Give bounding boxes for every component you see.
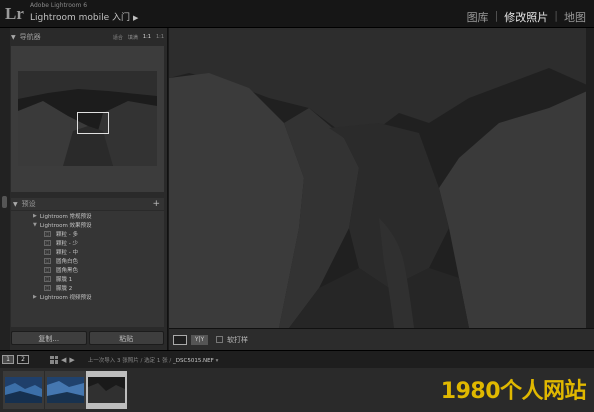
preset-folder-label: Lightroom 常规预设: [39, 213, 92, 220]
preset-icon: □: [44, 239, 51, 246]
zoom-options: 适合 填满 1:1 1:1: [113, 34, 164, 41]
develop-toolbar: Y|Y 软打样: [169, 328, 594, 350]
preset-item[interactable]: □ 颗粒 - 少: [11, 238, 164, 247]
zoom-1to1[interactable]: 1:1: [143, 34, 151, 41]
module-develop[interactable]: 修改照片: [504, 9, 548, 25]
preset-icon: □: [44, 275, 51, 282]
preset-item-label: 颗粒 - 少: [56, 240, 78, 247]
filmstrip-thumbnail[interactable]: [45, 371, 86, 409]
identity-title[interactable]: Lightroom mobile 入门 ▶: [30, 10, 138, 23]
preset-icon: □: [44, 248, 51, 255]
right-panel-collapsed[interactable]: [586, 28, 594, 328]
preset-folder-label: Lightroom 效果预设: [39, 222, 92, 229]
preset-item[interactable]: □ 圆角白色: [11, 256, 164, 265]
module-separator: |: [554, 9, 558, 22]
source-name: 上一次导入: [87, 357, 116, 364]
panel-button-row: 复制... 粘贴: [11, 331, 164, 345]
paste-settings-button[interactable]: 粘贴: [88, 331, 164, 345]
filmstrip-thumbnail-selected[interactable]: [86, 371, 127, 409]
navigator-panel: [11, 46, 164, 192]
preset-item-label: 朦胧 1: [56, 276, 73, 283]
left-panel-scrollbar[interactable]: [0, 28, 10, 350]
navigator-header[interactable]: ▼ 导航器 适合 填满 1:1 1:1: [11, 30, 164, 44]
preset-item[interactable]: □ 朦胧 2: [11, 283, 164, 292]
preset-item-label: 圆角白色: [56, 258, 79, 265]
preset-item[interactable]: □ 朦胧 1: [11, 274, 164, 283]
soft-proof-label: 软打样: [227, 335, 248, 344]
zoom-fill[interactable]: 填满: [128, 34, 138, 41]
preset-list: ▶ Lightroom 常规预设 ▼ Lightroom 效果预设 □ 颗粒 - 多 …: [11, 211, 164, 327]
photo-count: 3 张照片 / 选定 1 张 /: [117, 357, 172, 364]
preset-item[interactable]: □ 圆角黑色: [11, 265, 164, 274]
grid-view-icon[interactable]: [50, 355, 58, 364]
back-arrow-icon[interactable]: ◀: [61, 356, 66, 364]
scrollbar-thumb[interactable]: [2, 196, 7, 208]
identity-title-text: Lightroom mobile 入门: [30, 13, 130, 23]
soft-proof-checkbox[interactable]: [216, 336, 223, 343]
play-icon: ▶: [133, 14, 139, 22]
preset-item[interactable]: □ 颗粒 - 中: [11, 247, 164, 256]
thumbnail-image: [5, 377, 42, 403]
preset-icon: □: [44, 257, 51, 264]
module-map[interactable]: 地图: [564, 9, 586, 25]
presets-title: 预设: [21, 200, 36, 208]
main-image-view[interactable]: [169, 28, 594, 328]
dropdown-arrow-icon: ▾: [215, 357, 219, 364]
forward-arrow-icon[interactable]: ▶: [69, 356, 74, 364]
secondary-window-button[interactable]: 2: [17, 355, 29, 364]
presets-header[interactable]: ▼ 预设 +: [11, 198, 164, 210]
preset-folder[interactable]: ▶ Lightroom 视频预设: [11, 292, 164, 301]
thumbnail-image: [88, 377, 125, 403]
filmstrip-thumbnail[interactable]: [3, 371, 44, 409]
navigator-viewport-rect[interactable]: [77, 112, 109, 134]
expand-triangle-icon: ▶: [33, 212, 37, 219]
preset-icon: □: [44, 230, 51, 237]
zoom-fit[interactable]: 适合: [113, 34, 123, 41]
lightroom-logo: Lr: [5, 4, 24, 23]
left-panel: ▼ 导航器 适合 填满 1:1 1:1 ▼ 预设 + ▶ Lightroom 常规…: [0, 28, 168, 350]
preset-icon: □: [44, 266, 51, 273]
preset-item-label: 颗粒 - 中: [56, 249, 78, 256]
preset-item-label: 圆角黑色: [56, 267, 79, 274]
copy-settings-button[interactable]: 复制...: [11, 331, 87, 345]
preset-item[interactable]: □ 颗粒 - 多: [11, 229, 164, 238]
add-preset-icon[interactable]: +: [152, 199, 160, 209]
preset-item-label: 朦胧 2: [56, 285, 73, 292]
expand-triangle-icon: ▶: [33, 293, 37, 300]
loupe-view-button[interactable]: [173, 334, 187, 345]
collapse-triangle-icon[interactable]: ▼: [11, 34, 16, 41]
photo-canvas: [169, 28, 594, 328]
preset-folder-label: Lightroom 视频预设: [39, 294, 92, 301]
navigator-preview[interactable]: [18, 71, 157, 166]
module-separator: |: [494, 9, 499, 22]
collapse-triangle-icon: ▼: [33, 221, 37, 228]
preset-folder[interactable]: ▼ Lightroom 效果预设: [11, 220, 164, 229]
filmstrip-source-path[interactable]: 上一次导入 3 张照片 / 选定 1 张 / _DSC5015.NEF ▾: [88, 356, 219, 364]
preset-item-label: 颗粒 - 多: [56, 231, 78, 238]
product-name: Adobe Lightroom 6: [30, 2, 88, 9]
thumbnail-image: [47, 377, 84, 403]
file-name: _DSC5015.NEF: [173, 357, 214, 364]
primary-window-button[interactable]: 1: [2, 355, 14, 364]
collapse-triangle-icon[interactable]: ▼: [13, 201, 18, 208]
zoom-custom[interactable]: 1:1: [156, 34, 164, 41]
module-picker: 图库 | 修改照片 | 地图: [467, 9, 586, 25]
preset-folder[interactable]: ▶ Lightroom 常规预设: [11, 211, 164, 220]
site-watermark: 1980个人网站: [440, 379, 587, 404]
preset-icon: □: [44, 284, 51, 291]
module-library[interactable]: 图库: [467, 9, 489, 25]
navigator-title: 导航器: [19, 33, 41, 41]
filmstrip-toolbar: 1 2 ◀ ▶ 上一次导入 3 张照片 / 选定 1 张 / _DSC5015.…: [0, 350, 594, 368]
before-after-button[interactable]: Y|Y: [191, 334, 208, 345]
identity-plate: Lr Adobe Lightroom 6 Lightroom mobile 入门…: [0, 0, 594, 28]
